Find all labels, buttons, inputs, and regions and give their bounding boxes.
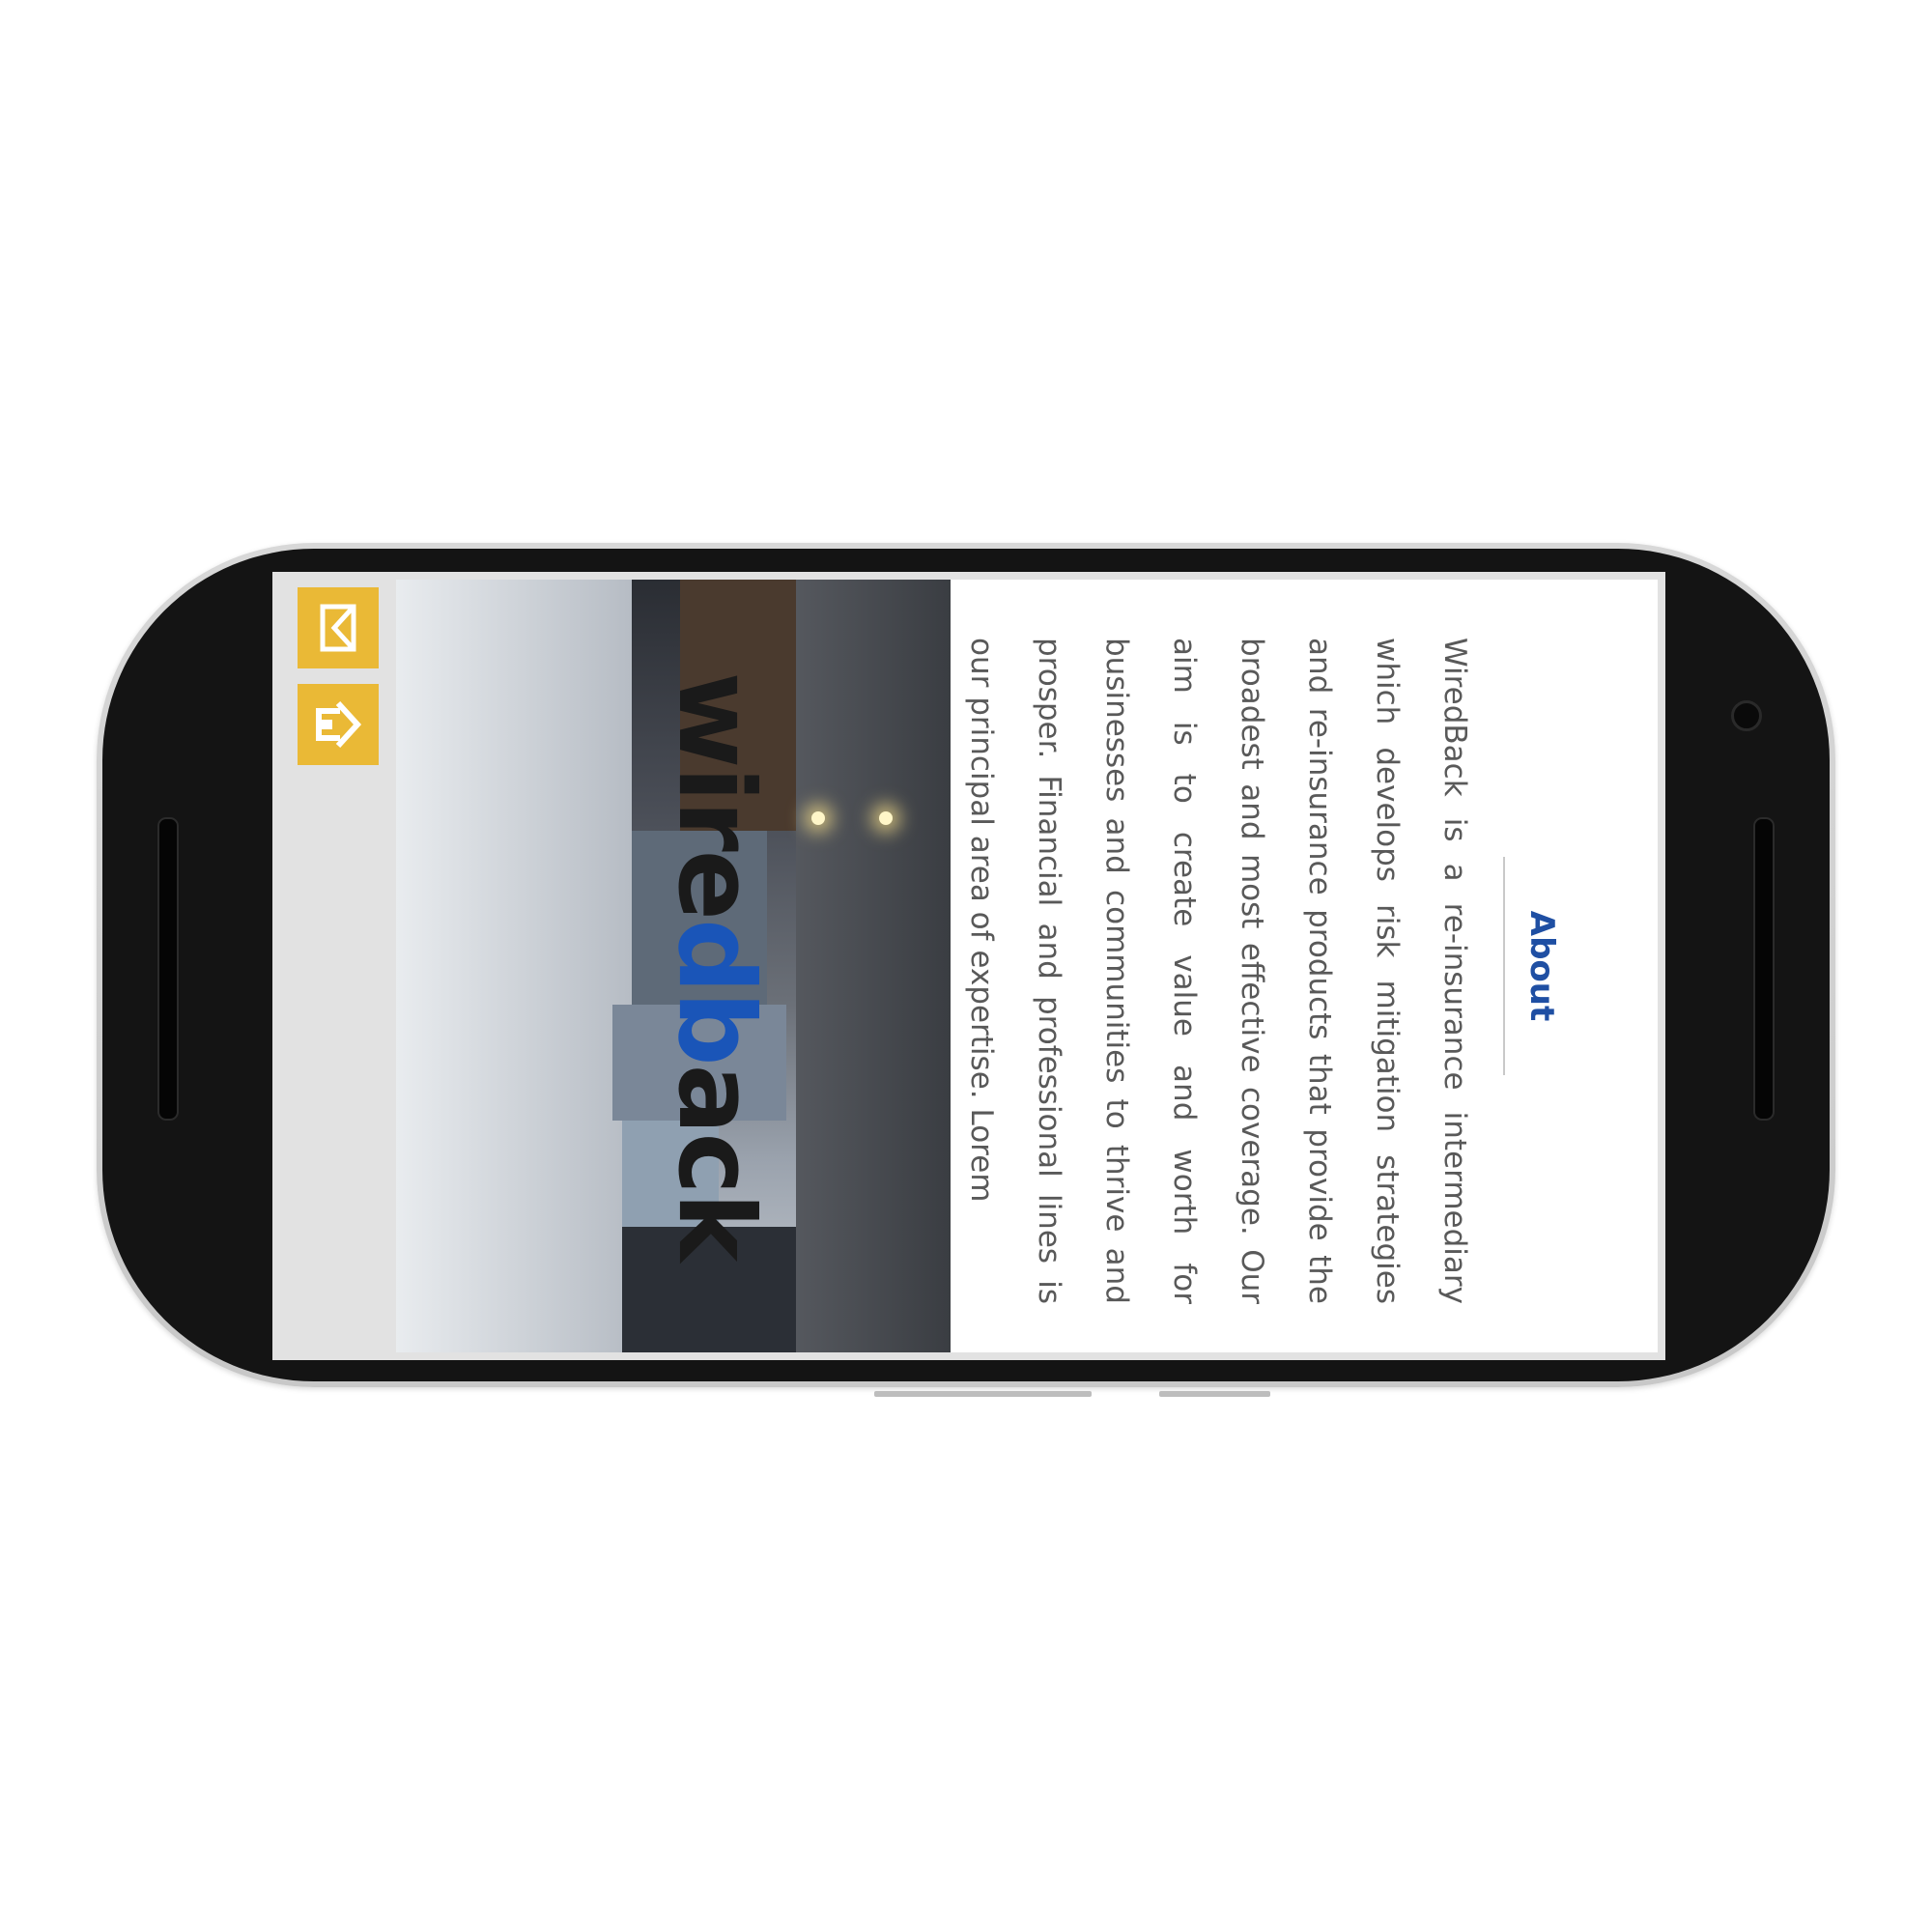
about-section: About WiredBack is a re-insurance interm… <box>949 580 1658 1352</box>
mail-button[interactable] <box>298 587 379 668</box>
hero-banner: wiredback <box>396 580 951 1352</box>
volume-button <box>874 1391 1092 1397</box>
front-camera <box>1731 700 1762 731</box>
home-button[interactable] <box>298 684 379 765</box>
about-body-text: WiredBack is a re-insurance intermediary… <box>964 638 1472 1304</box>
heading-divider <box>1503 857 1505 1075</box>
brand-logo-part: wire <box>655 671 776 919</box>
home-icon <box>316 700 362 749</box>
taxi-headlight <box>811 811 825 825</box>
hero-sky <box>396 580 632 1352</box>
power-button <box>1159 1391 1270 1397</box>
brand-logo-part: ack <box>655 1064 776 1261</box>
about-heading: About <box>1522 910 1561 1022</box>
speaker-grille-left <box>157 817 179 1121</box>
hero-road <box>796 580 951 1352</box>
stage: About WiredBack is a re-insurance interm… <box>0 0 1932 1932</box>
speaker-grille-right <box>1753 817 1775 1121</box>
app-view: About WiredBack is a re-insurance interm… <box>272 572 1665 1360</box>
brand-logo: wiredback <box>655 580 776 1352</box>
screen: About WiredBack is a re-insurance interm… <box>272 572 1665 1360</box>
mail-icon <box>320 604 356 652</box>
brand-logo-part: db <box>655 918 776 1065</box>
taxi-headlight <box>879 811 893 825</box>
